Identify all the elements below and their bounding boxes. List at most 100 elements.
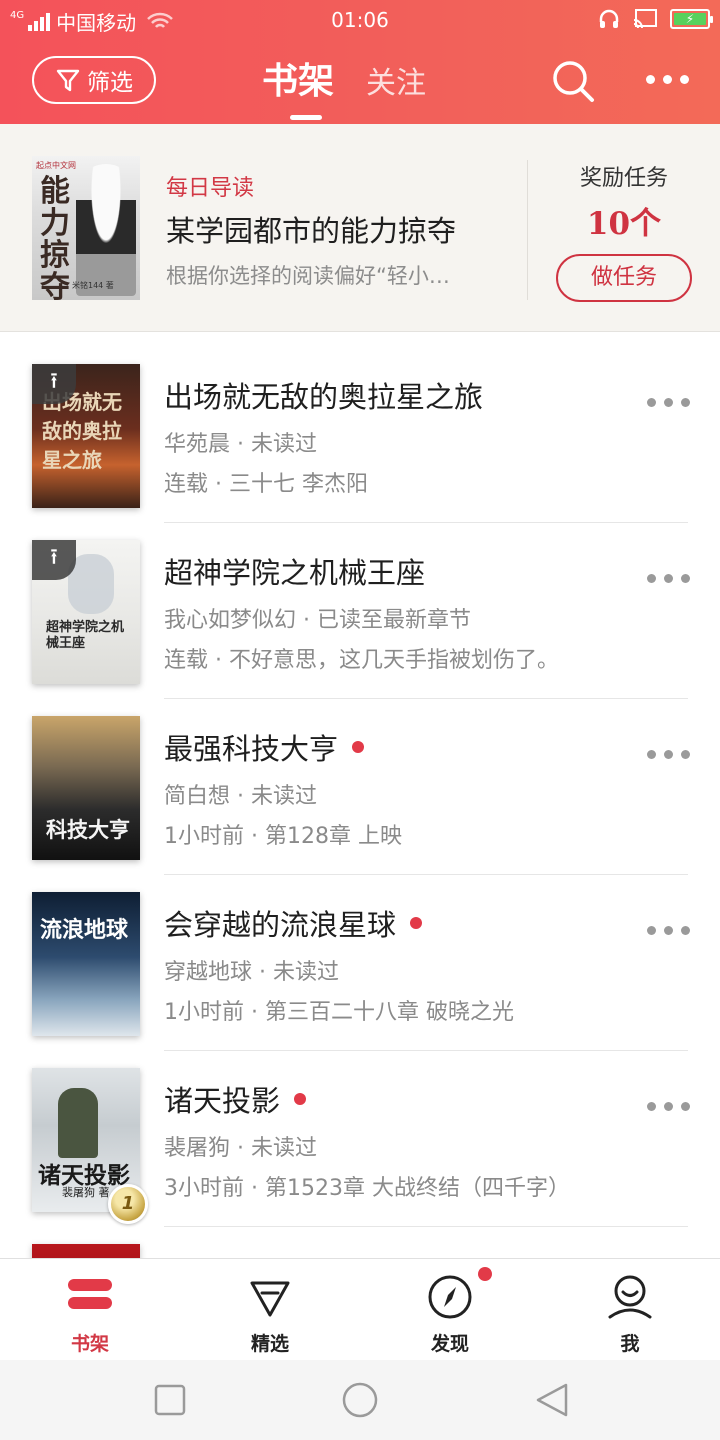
book-progress: 未读过 (273, 960, 340, 985)
list-item[interactable]: 出场就无敌的奥拉星之旅 ⭱ 出场就无敌的奥拉星之旅 华苑晨 · 未读过 连载 ·… (0, 332, 720, 523)
book-title: 诸天投影 (164, 1078, 307, 1120)
book-cover[interactable]: 科技大亨 (32, 716, 140, 860)
book-latest-chapter: 第三百二十八章 破晓之光 (264, 1000, 514, 1025)
book-meta: 我心如梦似幻 · 已读至最新章节 (164, 608, 472, 633)
cover-art (58, 1088, 98, 1158)
book-more-icon[interactable] (647, 398, 690, 407)
daily-title[interactable]: 某学园都市的能力掠夺 (166, 208, 456, 250)
tab-bookshelf[interactable]: 书架 (262, 52, 334, 120)
bookshelf-icon (68, 1279, 112, 1309)
discover-badge (478, 1267, 492, 1281)
nav-bookshelf[interactable]: 书架 (0, 1259, 180, 1361)
book-update: 3小时前 · 第1523章 大战终结（四千字） (164, 1176, 570, 1201)
book-author: 我心如梦似幻 (164, 608, 297, 633)
filter-icon (56, 69, 80, 92)
update-dot (352, 741, 365, 753)
header-tabs: 书架 关注 (262, 52, 426, 120)
headphones-icon (599, 9, 619, 28)
book-author: 华苑晨 (164, 432, 231, 457)
book-cover[interactable]: 流浪地球 (32, 892, 140, 1036)
cast-icon (633, 9, 657, 29)
cover-title: 科技大亨 (46, 817, 130, 842)
book-cover[interactable] (32, 1244, 140, 1258)
pin-icon: ⭱ (32, 364, 76, 404)
recents-icon[interactable] (152, 1382, 188, 1418)
book-title: 会穿越的流浪星球 (164, 902, 423, 944)
nav-discover[interactable]: 发现 (360, 1259, 540, 1361)
list-item[interactable] (0, 1212, 720, 1258)
book-meta: 穿越地球 · 未读过 (164, 960, 340, 985)
book-title: 最强科技大亨 (164, 726, 365, 768)
profile-icon (608, 1275, 652, 1319)
book-latest-chapter: 三十七 李杰阳 (229, 472, 368, 497)
bookshelf-list: 出场就无敌的奥拉星之旅 ⭱ 出场就无敌的奥拉星之旅 华苑晨 · 未读过 连载 ·… (0, 332, 720, 1258)
home-icon[interactable] (342, 1382, 378, 1418)
nav-label: 精选 (250, 1333, 289, 1355)
book-meta: 简白想 · 未读过 (164, 784, 318, 809)
cover-author: 裴屠狗 著 (62, 1186, 110, 1199)
book-update: 1小时前 · 第三百二十八章 破晓之光 (164, 1000, 514, 1025)
book-progress: 未读过 (251, 784, 318, 809)
update-dot (410, 917, 423, 929)
pin-icon: ⭱ (32, 540, 76, 580)
tab-following[interactable]: 关注 (366, 58, 426, 104)
book-status: 1小时前 (164, 824, 244, 849)
cover-title: 流浪地球 (40, 917, 129, 943)
cover-logo: 起点中文网 (36, 161, 76, 170)
cover-art (76, 164, 136, 296)
book-update: 连载 · 不好意思，这几天手指被划伤了。 (164, 648, 560, 673)
filter-label: 筛选 (87, 70, 133, 96)
nav-label: 书架 (70, 1333, 109, 1355)
book-meta: 华苑晨 · 未读过 (164, 432, 318, 457)
book-more-icon[interactable] (647, 750, 690, 759)
header: 4G 中国移动 01:06 ⚡ 筛选 书架 关注 (0, 0, 720, 124)
daily-description: 根据你选择的阅读偏好“轻小… (166, 264, 450, 288)
reward-count: 10个 (586, 206, 662, 242)
nav-me[interactable]: 我 (540, 1259, 720, 1361)
book-cover[interactable]: 出场就无敌的奥拉星之旅 ⭱ (32, 364, 140, 508)
book-progress: 已读至最新章节 (317, 608, 472, 633)
book-status: 1小时前 (164, 1000, 244, 1025)
list-item[interactable]: 流浪地球 会穿越的流浪星球 穿越地球 · 未读过 1小时前 · 第三百二十八章 … (0, 860, 720, 1051)
book-author: 穿越地球 (164, 960, 253, 985)
book-title-text: 最强科技大亨 (164, 732, 339, 766)
system-nav-bar (0, 1360, 720, 1440)
list-item[interactable]: 超神学院之机械王座 ⭱ 超神学院之机械王座 我心如梦似幻 · 已读至最新章节 连… (0, 508, 720, 699)
book-progress: 未读过 (251, 432, 318, 457)
search-icon[interactable] (550, 58, 596, 104)
book-more-icon[interactable] (647, 926, 690, 935)
book-status: 连载 (164, 472, 209, 497)
book-title-text: 会穿越的流浪星球 (164, 908, 397, 942)
status-bar: 4G 中国移动 01:06 ⚡ (0, 0, 720, 40)
daily-tag: 每日导读 (166, 176, 255, 201)
bottom-nav: 书架 精选 发现 我 (0, 1258, 720, 1360)
reward-label: 奖励任务 (579, 166, 668, 191)
more-icon[interactable] (646, 75, 689, 84)
book-more-icon[interactable] (647, 1102, 690, 1111)
daily-book-cover[interactable]: 起点中文网 能力掠夺 米铭144 著 (32, 156, 140, 300)
list-item[interactable]: 科技大亨 最强科技大亨 简白想 · 未读过 1小时前 · 第128章 上映 (0, 684, 720, 875)
book-status: 连载 (164, 648, 209, 673)
book-author: 简白想 (164, 784, 231, 809)
nav-label: 我 (620, 1333, 640, 1355)
compass-icon (428, 1275, 472, 1319)
book-title: 出场就无敌的奥拉星之旅 (164, 380, 484, 414)
list-item[interactable]: 诸天投影 裴屠狗 著 1 诸天投影 裴屠狗 · 未读过 3小时前 · 第1523… (0, 1036, 720, 1227)
cover-author: 米铭144 著 (72, 281, 114, 290)
book-progress: 未读过 (251, 1136, 318, 1161)
filter-button[interactable]: 筛选 (32, 56, 156, 104)
book-meta: 裴屠狗 · 未读过 (164, 1136, 318, 1161)
book-author: 裴屠狗 (164, 1136, 231, 1161)
nav-featured[interactable]: 精选 (180, 1259, 360, 1361)
cover-title: 超神学院之机械王座 (46, 620, 125, 651)
book-cover[interactable]: 超神学院之机械王座 ⭱ (32, 540, 140, 684)
book-latest-chapter: 第128章 上映 (264, 824, 402, 849)
back-icon[interactable] (534, 1382, 570, 1418)
do-task-button[interactable]: 做任务 (556, 254, 692, 302)
book-title-text: 诸天投影 (164, 1084, 281, 1118)
status-right: ⚡ (598, 8, 713, 30)
book-update: 1小时前 · 第128章 上映 (164, 824, 402, 849)
app-root: 4G 中国移动 01:06 ⚡ 筛选 书架 关注 起点中文网 能力掠夺 米铭14… (0, 0, 720, 1440)
book-latest-chapter: 第1523章 大战终结（四千字） (264, 1176, 570, 1201)
book-more-icon[interactable] (647, 574, 690, 583)
